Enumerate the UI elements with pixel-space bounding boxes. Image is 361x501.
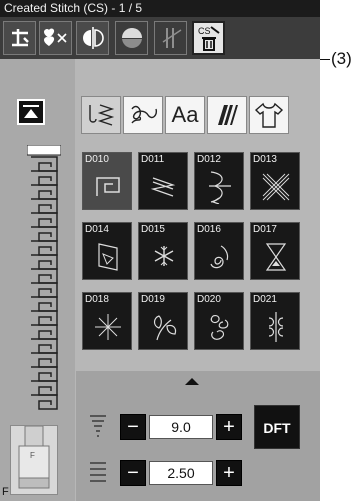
loop-pattern-icon xyxy=(131,105,158,124)
swirl-stitch-icon xyxy=(210,245,229,269)
stitch-code: D020 xyxy=(197,294,221,305)
cross-weave-stitch-icon xyxy=(262,173,290,201)
tab-stitch-pattern[interactable] xyxy=(81,96,121,134)
category-tabs: Aa xyxy=(81,96,291,136)
presser-foot-image: F xyxy=(10,425,58,495)
tab-letters[interactable]: Aa xyxy=(165,96,205,134)
stitch-code: D011 xyxy=(141,154,165,165)
mirror-icon xyxy=(82,27,104,49)
stitch-mode-button[interactable] xyxy=(3,21,36,55)
tab-loop-pattern[interactable] xyxy=(123,96,163,134)
tab-garment[interactable] xyxy=(249,96,289,134)
stitch-length-icon xyxy=(90,462,106,482)
foot-plate-letter: F xyxy=(30,451,35,460)
stitch-edit-button[interactable] xyxy=(39,21,72,55)
tab-stripe-pattern[interactable] xyxy=(207,96,247,134)
expand-panel-arrow[interactable] xyxy=(185,378,199,385)
needle-icon xyxy=(162,28,181,48)
stitch-code: D014 xyxy=(85,224,109,235)
width-value-field[interactable]: 9.0 xyxy=(149,415,213,439)
length-minus-button[interactable]: − xyxy=(120,460,146,486)
stitch-width-icon xyxy=(90,415,106,437)
rotate-button[interactable] xyxy=(115,21,148,55)
hourglass-stitch-icon xyxy=(265,243,287,271)
stitch-code: D015 xyxy=(141,224,165,235)
width-minus-button[interactable]: − xyxy=(120,414,146,440)
cs-label: CS xyxy=(198,26,211,36)
bookmark-stitch-icon xyxy=(98,243,118,271)
stitch-tile-D018[interactable]: D018 xyxy=(82,292,132,350)
stitch-tile-D011[interactable]: D011 xyxy=(138,152,188,210)
stripe-pattern-icon xyxy=(218,105,238,125)
default-button[interactable]: DFT xyxy=(254,405,300,449)
stitch-tile-D015[interactable]: D015 xyxy=(138,222,188,280)
stitch-tile-D021[interactable]: D021 xyxy=(250,292,300,350)
star-burst-stitch-icon xyxy=(95,314,121,340)
stitch-code: D019 xyxy=(141,294,165,305)
shirt-icon xyxy=(254,102,284,128)
stitch-tile-D014[interactable]: D014 xyxy=(82,222,132,280)
snowflake-stitch-icon xyxy=(154,246,174,266)
stitch-code: D018 xyxy=(85,294,109,305)
stitch-code: D016 xyxy=(197,224,221,235)
stitch-pattern-icon xyxy=(89,104,115,126)
length-value-field[interactable]: 2.50 xyxy=(149,461,213,485)
ornament-stitch-icon xyxy=(268,312,284,342)
spiral-stitch-icon xyxy=(210,315,229,340)
half-disc-icon xyxy=(121,28,142,48)
stitch-preview-strip xyxy=(27,145,61,410)
stitch-tile-D012[interactable]: D012 xyxy=(194,152,244,210)
letters-icon: Aa xyxy=(171,102,199,127)
stitch-tile-D013[interactable]: D013 xyxy=(250,152,300,210)
stitch-code: D012 xyxy=(197,154,221,165)
arrow-stitch-icon xyxy=(209,171,231,204)
needle-button[interactable] xyxy=(154,21,187,55)
length-plus-button[interactable]: + xyxy=(216,460,242,486)
width-plus-button[interactable]: + xyxy=(216,414,242,440)
callout-line xyxy=(320,59,330,60)
stitch-code: D021 xyxy=(253,294,277,305)
stitch-tile-D019[interactable]: D019 xyxy=(138,292,188,350)
heart-stitch-icon xyxy=(43,28,67,46)
stitch-tile-D020[interactable]: D020 xyxy=(194,292,244,350)
stitch-tile-D017[interactable]: D017 xyxy=(250,222,300,280)
mirror-button[interactable] xyxy=(76,21,109,55)
stitch-code: D013 xyxy=(253,154,277,165)
stitch-code: D017 xyxy=(253,224,277,235)
stitch-grid: D010 D011 D012 D013 D014 D015 D016 D017 … xyxy=(76,140,320,366)
stitch-tile-D016[interactable]: D016 xyxy=(194,222,244,280)
presser-foot-icon: F xyxy=(18,425,50,489)
created-stitch-delete-button[interactable]: CS xyxy=(192,21,225,55)
scroll-top-button[interactable] xyxy=(17,99,45,125)
greek-key-stitch-icon xyxy=(96,177,120,196)
window-title: Created Stitch (CS) - 1 / 5 xyxy=(0,0,320,17)
scroll-top-icon xyxy=(23,105,39,118)
callout-label: (3) xyxy=(331,49,352,68)
foot-letter: F xyxy=(2,486,9,498)
stitch-tile-D010[interactable]: D010 xyxy=(82,152,132,210)
trash-cs-icon: CS xyxy=(198,26,220,51)
stitch-code: D010 xyxy=(85,154,109,165)
leaf-stitch-icon xyxy=(153,315,177,341)
stitch-mode-icon xyxy=(11,29,29,47)
chevron-stitch-icon xyxy=(150,177,176,197)
